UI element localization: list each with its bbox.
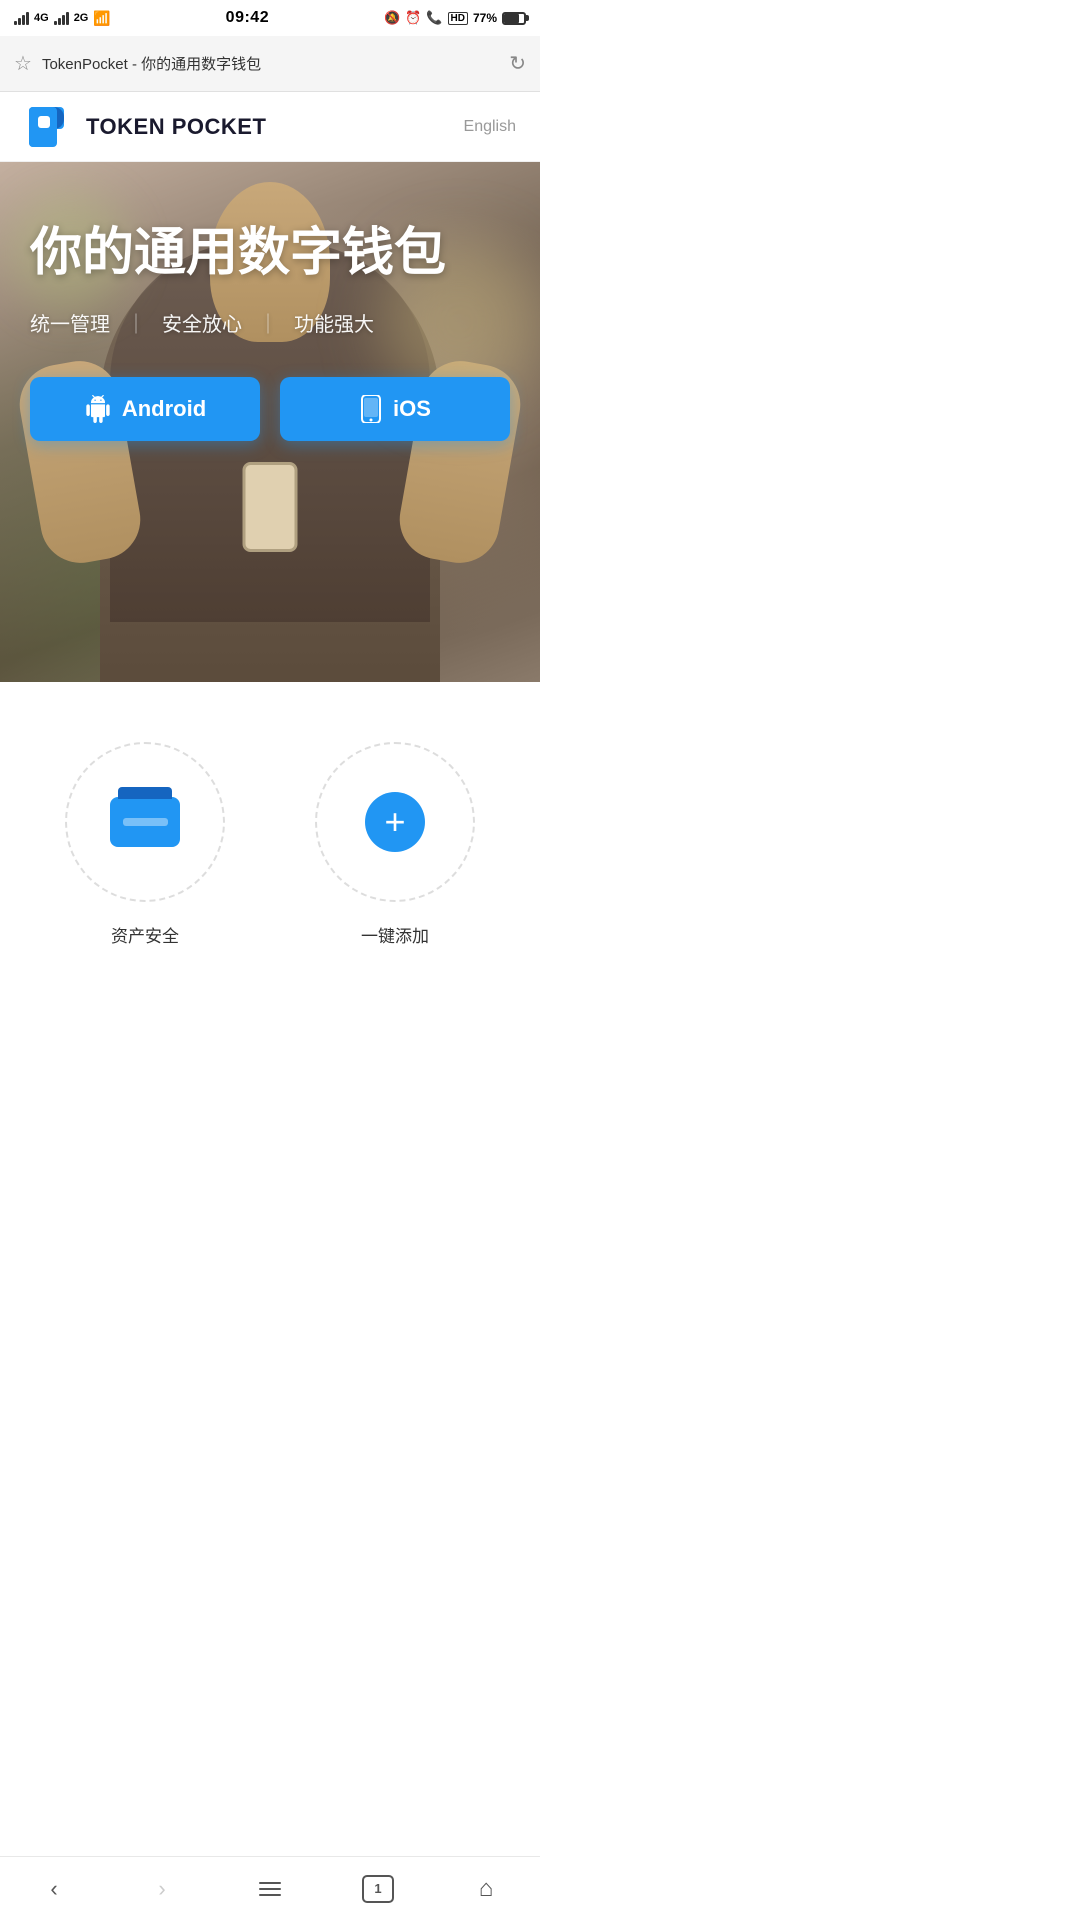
- android-icon: [84, 395, 112, 423]
- signal-bars-1: [14, 12, 29, 25]
- logo-icon: [24, 102, 74, 152]
- battery-fill: [504, 14, 519, 23]
- android-download-button[interactable]: Android: [30, 377, 260, 441]
- ios-button-label: iOS: [393, 396, 431, 422]
- ios-download-button[interactable]: iOS: [280, 377, 510, 441]
- call-icon: 📞: [426, 10, 442, 26]
- menu-line-3: [259, 1894, 281, 1896]
- tab-count-badge: 1: [362, 1875, 394, 1903]
- plus-icon: +: [365, 792, 425, 852]
- hero-title: 你的通用数字钱包: [30, 222, 510, 284]
- alarm-icon: ⏰: [405, 10, 421, 26]
- menu-icon: [259, 1882, 281, 1896]
- ios-icon: [359, 395, 383, 423]
- subtitle-divider-2: ｜: [258, 308, 278, 337]
- browser-title: TokenPocket - 你的通用数字钱包: [42, 53, 499, 74]
- signal-area: 4G 2G 📶: [14, 10, 111, 27]
- feature-label-add: 一键添加: [361, 922, 429, 947]
- forward-button[interactable]: ›: [137, 1869, 187, 1909]
- menu-button[interactable]: [245, 1869, 295, 1909]
- held-phone: [243, 462, 298, 552]
- language-button[interactable]: English: [464, 118, 516, 136]
- back-button[interactable]: ‹: [29, 1869, 79, 1909]
- signal-label-2g: 2G: [74, 12, 89, 24]
- bookmark-icon[interactable]: ☆: [14, 51, 32, 76]
- wifi-icon: 📶: [93, 10, 110, 27]
- android-button-label: Android: [122, 396, 206, 422]
- logo-area: TOKEN POCKET: [24, 102, 266, 152]
- features-section: 资产安全 + 一键添加: [0, 682, 540, 987]
- home-button[interactable]: ⌂: [461, 1869, 511, 1909]
- bell-icon: 🔕: [384, 10, 400, 26]
- bottom-navigation: ‹ › 1 ⌂: [0, 1856, 540, 1920]
- browser-bar: ☆ TokenPocket - 你的通用数字钱包 ↻: [0, 36, 540, 92]
- menu-line-1: [259, 1882, 281, 1884]
- feature-item-add: + 一键添加: [290, 742, 500, 947]
- subtitle-item-3: 功能强大: [294, 308, 374, 337]
- tabs-button[interactable]: 1: [353, 1869, 403, 1909]
- hd-badge: HD: [448, 12, 468, 25]
- wallet-icon: [110, 797, 180, 847]
- back-icon: ‹: [50, 1876, 57, 1902]
- signal-bars-2: [54, 12, 69, 25]
- status-bar: 4G 2G 📶 09:42 🔕 ⏰ 📞 HD 77%: [0, 0, 540, 36]
- battery-percent: 77%: [473, 11, 497, 25]
- hero-buttons: Android iOS: [30, 377, 510, 441]
- subtitle-item-1: 统一管理: [30, 308, 110, 337]
- features-grid: 资产安全 + 一键添加: [40, 742, 500, 947]
- forward-icon: ›: [158, 1876, 165, 1902]
- wallet-stripe: [123, 818, 168, 826]
- feature-circle-wallet: [65, 742, 225, 902]
- subtitle-item-2: 安全放心: [162, 308, 242, 337]
- feature-circle-add: +: [315, 742, 475, 902]
- clock: 09:42: [226, 9, 269, 27]
- menu-line-2: [259, 1888, 281, 1890]
- hero-section: 你的通用数字钱包 统一管理 ｜ 安全放心 ｜ 功能强大 Android: [0, 162, 540, 682]
- hero-content: 你的通用数字钱包 统一管理 ｜ 安全放心 ｜ 功能强大 Android: [0, 162, 540, 441]
- feature-item-wallet: 资产安全: [40, 742, 250, 947]
- signal-label-4g: 4G: [34, 12, 49, 24]
- hero-subtitle: 统一管理 ｜ 安全放心 ｜ 功能强大: [30, 308, 510, 337]
- logo-text: TOKEN POCKET: [86, 114, 266, 140]
- site-header: TOKEN POCKET English: [0, 92, 540, 162]
- feature-label-wallet: 资产安全: [111, 922, 179, 947]
- home-icon: ⌂: [479, 1875, 494, 1903]
- battery-icon: [502, 12, 526, 25]
- refresh-icon[interactable]: ↻: [509, 51, 526, 76]
- subtitle-divider-1: ｜: [126, 308, 146, 337]
- system-icons: 🔕 ⏰ 📞 HD 77%: [384, 10, 526, 26]
